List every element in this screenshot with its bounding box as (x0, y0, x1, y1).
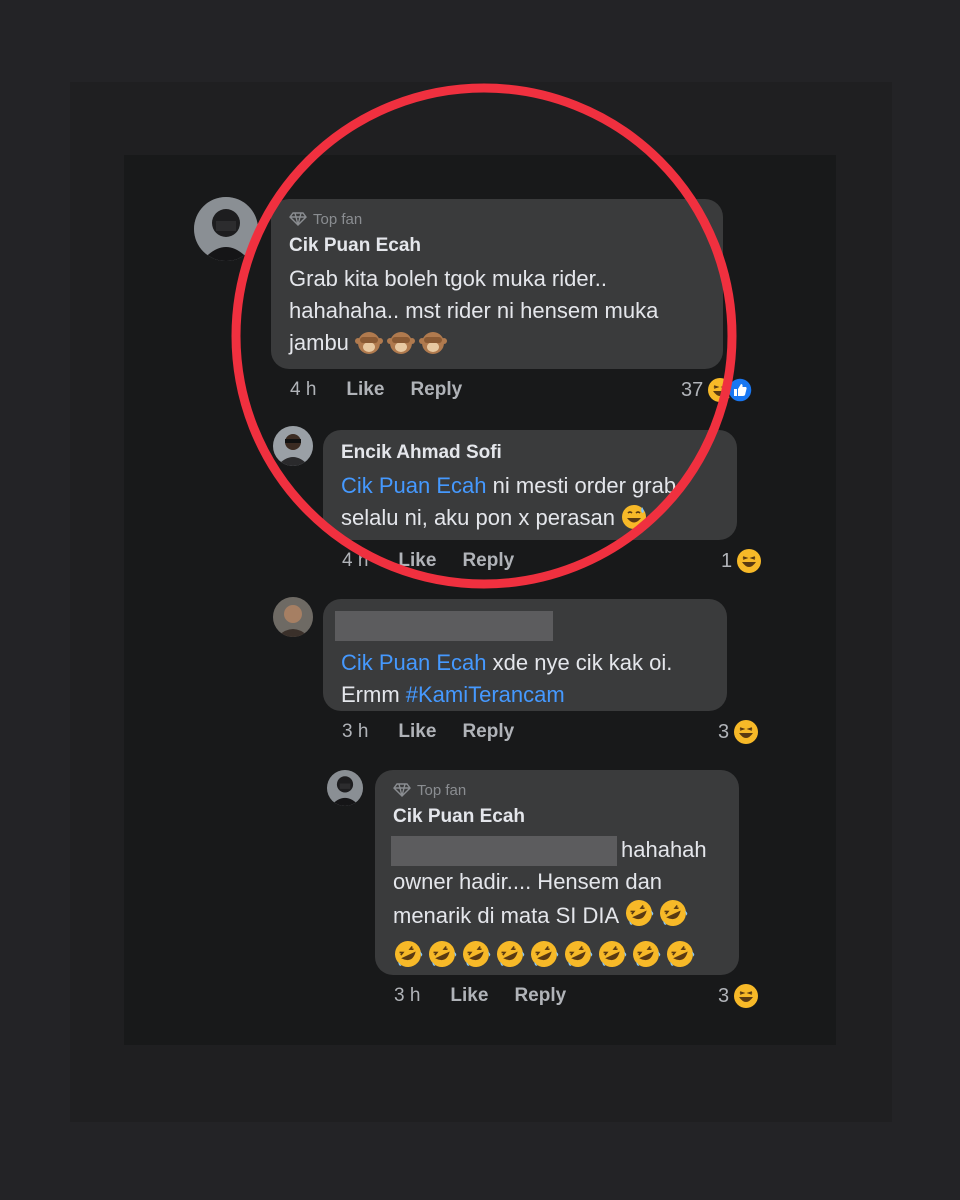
comment-line: owner hadir.... Hensem dan (393, 869, 663, 895)
like-button[interactable]: Like (450, 985, 488, 1007)
hashtag-link[interactable]: #KamiTerancam (406, 682, 565, 707)
comment-actions: 4 h Like Reply (342, 550, 540, 572)
comment-text: hahahah owner hadir.... Hensem dan menar… (391, 834, 721, 978)
diamond-icon (393, 783, 411, 797)
comment-bubble: Cik Puan Ecah xde nye cik kak oi. Ermm #… (323, 599, 727, 711)
comment-line: selalu ni, aku pon x perasan (341, 502, 719, 539)
comment-line: Cik Puan Ecah xde nye cik kak oi. (341, 647, 709, 679)
haha-reaction-icon (734, 984, 759, 1008)
comment-line: Grab kita boleh tgok muka rider.. (289, 266, 607, 291)
comment-time[interactable]: 3 h (394, 985, 420, 1007)
rofl-emoji-icon (495, 939, 525, 978)
redacted-block (335, 611, 553, 641)
like-reaction-icon (727, 377, 753, 403)
like-button[interactable]: Like (346, 379, 384, 401)
rofl-emoji-icon (631, 939, 661, 978)
monkey-emoji-icon (355, 329, 384, 364)
comment-line: hahahah (391, 834, 721, 867)
avatar[interactable] (273, 426, 313, 466)
redacted-author (335, 611, 709, 643)
reaction-count: 3 (718, 984, 730, 1007)
comment-line-text: ni mesti order grab (486, 473, 677, 498)
reply-button[interactable]: Reply (514, 985, 566, 1007)
rofl-emoji-group (624, 900, 692, 928)
comment-line-text: Ermm (341, 682, 406, 707)
mention-link[interactable]: Cik Puan Ecah (341, 650, 487, 675)
rofl-emoji-icon (529, 939, 559, 978)
avatar[interactable] (194, 197, 258, 261)
haha-reaction-icon (737, 549, 762, 573)
comment-text: Grab kita boleh tgok muka rider.. hahaha… (289, 263, 705, 364)
comment-line: hahahaha.. mst rider ni hensem muka (289, 298, 659, 323)
rofl-emoji-icon (665, 939, 695, 978)
top-fan-badge: Top fan (393, 781, 721, 799)
comment-text: Cik Puan Ecah xde nye cik kak oi. Ermm #… (341, 647, 709, 711)
comment-line: Cik Puan Ecah ni mesti order grab (341, 470, 719, 502)
avatar[interactable] (273, 597, 313, 637)
diamond-icon (289, 212, 307, 226)
reaction-summary[interactable]: 1 (721, 548, 762, 574)
comment-time[interactable]: 3 h (342, 721, 368, 743)
reaction-summary[interactable]: 37 (681, 377, 753, 403)
avatar[interactable] (327, 770, 363, 806)
mention-link[interactable]: Cik Puan Ecah (341, 473, 487, 498)
comment-line-text: xde nye cik kak oi. (486, 650, 673, 675)
reaction-summary[interactable]: 3 (718, 983, 759, 1009)
comment-actions: 3 h Like Reply (342, 721, 540, 743)
badge-label: Top fan (313, 210, 363, 228)
rofl-emoji-icon (563, 939, 593, 978)
comment-time[interactable]: 4 h (290, 379, 316, 401)
redacted-block (391, 836, 617, 867)
comment-line-text: hahahah (621, 837, 707, 862)
comment-bubble: Top fan Cik Puan Ecah hahahah owner hadi… (375, 770, 739, 975)
rofl-emoji-row (393, 939, 721, 978)
reply-button[interactable]: Reply (462, 550, 514, 572)
top-fan-badge: Top fan (289, 210, 705, 228)
comment-line-text: jambu (289, 330, 349, 355)
reaction-count: 1 (721, 549, 733, 572)
reaction-count: 37 (681, 378, 704, 401)
comment-actions: 3 h Like Reply (394, 985, 592, 1007)
badge-label: Top fan (417, 781, 467, 799)
comment-author[interactable]: Encik Ahmad Sofi (341, 442, 719, 464)
comment-line: jambu (289, 327, 705, 364)
like-button[interactable]: Like (398, 721, 436, 743)
reaction-summary[interactable]: 3 (718, 719, 759, 745)
comment-line: Ermm #KamiTerancam (341, 679, 709, 711)
haha-reaction-icon (734, 720, 759, 744)
reply-button[interactable]: Reply (462, 721, 514, 743)
reply-button[interactable]: Reply (410, 379, 462, 401)
comment-author[interactable]: Cik Puan Ecah (393, 806, 721, 828)
rofl-emoji-icon (461, 939, 491, 978)
sweat-smile-emoji-icon (621, 504, 647, 539)
comment-line-text: menarik di mata SI DIA (393, 903, 618, 929)
rofl-emoji-icon (658, 898, 688, 937)
comment-actions: 4 h Like Reply (290, 379, 488, 401)
rofl-emoji-icon (597, 939, 627, 978)
comment-author[interactable]: Cik Puan Ecah (289, 235, 705, 257)
comment-time[interactable]: 4 h (342, 550, 368, 572)
comment-line: menarik di mata SI DIA (393, 898, 721, 937)
rofl-emoji-icon (393, 939, 423, 978)
comment-bubble: Encik Ahmad Sofi Cik Puan Ecah ni mesti … (323, 430, 737, 540)
monkey-emoji-icon (419, 329, 448, 364)
comment-text: Cik Puan Ecah ni mesti order grab selalu… (341, 470, 719, 539)
comment-line-text: selalu ni, aku pon x perasan (341, 505, 615, 530)
reaction-count: 3 (718, 720, 730, 743)
rofl-emoji-icon (624, 898, 654, 937)
like-button[interactable]: Like (398, 550, 436, 572)
rofl-emoji-icon (427, 939, 457, 978)
comment-bubble: Top fan Cik Puan Ecah Grab kita boleh tg… (271, 199, 723, 369)
monkey-emoji-icon (387, 329, 416, 364)
